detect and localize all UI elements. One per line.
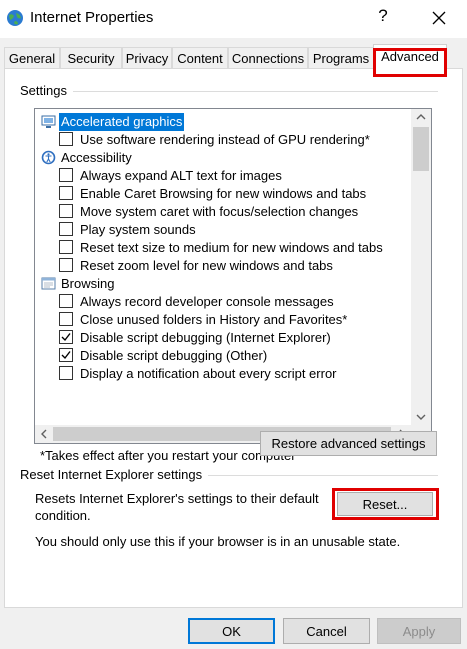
settings-tree[interactable]: Accelerated graphics Use software renderi…	[34, 108, 432, 444]
tree-option[interactable]: Always record developer console messages	[35, 293, 411, 311]
checkbox[interactable]	[59, 258, 73, 272]
tab-general[interactable]: General	[4, 47, 60, 69]
accessibility-icon	[41, 150, 56, 165]
title-bar: Internet Properties ?	[0, 0, 467, 38]
restore-advanced-settings-button[interactable]: Restore advanced settings	[260, 431, 437, 456]
option-label: Enable Caret Browsing for new windows an…	[80, 186, 367, 201]
checkbox-checked[interactable]	[59, 330, 73, 344]
tree-category[interactable]: Accessibility	[35, 149, 411, 167]
tree-category[interactable]: Accelerated graphics	[35, 113, 411, 131]
reset-group-title: Reset Internet Explorer settings	[20, 467, 209, 482]
tree-category[interactable]: Browsing	[35, 275, 411, 293]
checkbox[interactable]	[59, 186, 73, 200]
checkbox[interactable]	[59, 312, 73, 326]
tree-option[interactable]: Play system sounds	[35, 221, 411, 239]
reset-description: Resets Internet Explorer's settings to t…	[35, 491, 319, 523]
option-label: Play system sounds	[80, 222, 196, 237]
tree-option[interactable]: Always expand ALT text for images	[35, 167, 411, 185]
category-label: Accessibility	[61, 150, 132, 165]
globe-icon	[6, 9, 24, 27]
apply-button[interactable]: Apply	[377, 618, 461, 644]
tree-option[interactable]: Move system caret with focus/selection c…	[35, 203, 411, 221]
vertical-scroll-thumb[interactable]	[413, 127, 429, 171]
vertical-scrollbar[interactable]	[411, 109, 431, 425]
category-label: Accelerated graphics	[59, 113, 185, 131]
tree-option[interactable]: Reset zoom level for new windows and tab…	[35, 257, 411, 275]
reset-warning: You should only use this if your browser…	[35, 534, 401, 549]
option-label: Always expand ALT text for images	[80, 168, 282, 183]
window-title: Internet Properties	[30, 9, 154, 26]
scroll-up-arrow-icon[interactable]	[411, 109, 431, 125]
checkbox[interactable]	[59, 168, 73, 182]
help-button[interactable]: ?	[376, 6, 390, 26]
tab-connections[interactable]: Connections	[228, 47, 308, 69]
cancel-button[interactable]: Cancel	[283, 618, 370, 644]
tree-option[interactable]: Display a notification about every scrip…	[35, 365, 411, 383]
tab-privacy[interactable]: Privacy	[122, 47, 172, 69]
checkbox-checked[interactable]	[59, 348, 73, 362]
option-label: Always record developer console messages	[80, 294, 334, 309]
checkbox[interactable]	[59, 240, 73, 254]
tree-option[interactable]: Disable script debugging (Internet Explo…	[35, 329, 411, 347]
monitor-icon	[41, 114, 56, 129]
checkbox[interactable]	[59, 132, 73, 146]
option-label: Close unused folders in History and Favo…	[80, 312, 348, 327]
tab-strip: General Security Privacy Content Connect…	[4, 44, 463, 77]
tree-option[interactable]: Enable Caret Browsing for new windows an…	[35, 185, 411, 203]
tree-option[interactable]: Reset text size to medium for new window…	[35, 239, 411, 257]
tab-advanced[interactable]: Advanced	[373, 44, 447, 70]
settings-group-title: Settings	[20, 83, 73, 98]
option-label: Reset zoom level for new windows and tab…	[80, 258, 333, 273]
option-label: Use software rendering instead of GPU re…	[80, 132, 370, 147]
ok-button[interactable]: OK	[188, 618, 275, 644]
tree-option[interactable]: Disable script debugging (Other)	[35, 347, 411, 365]
scroll-left-arrow-icon[interactable]	[35, 425, 53, 443]
option-label: Reset text size to medium for new window…	[80, 240, 383, 255]
tab-security[interactable]: Security	[60, 47, 122, 69]
dialog-body: General Security Privacy Content Connect…	[0, 38, 467, 649]
tab-programs[interactable]: Programs	[308, 47, 374, 69]
tab-content[interactable]: Content	[172, 47, 228, 69]
option-label: Disable script debugging (Internet Explo…	[80, 330, 331, 345]
checkbox[interactable]	[59, 366, 73, 380]
settings-group-line	[20, 91, 438, 92]
scroll-down-arrow-icon[interactable]	[411, 409, 431, 425]
checkbox[interactable]	[59, 222, 73, 236]
checkbox[interactable]	[59, 204, 73, 218]
option-label: Display a notification about every scrip…	[80, 366, 337, 381]
option-label: Move system caret with focus/selection c…	[80, 204, 359, 219]
close-icon[interactable]	[430, 9, 448, 27]
reset-button[interactable]: Reset...	[337, 492, 433, 516]
category-label: Browsing	[61, 276, 115, 291]
page-icon	[41, 276, 56, 291]
tree-option[interactable]: Use software rendering instead of GPU re…	[35, 131, 411, 149]
option-label: Disable script debugging (Other)	[80, 348, 268, 363]
checkbox[interactable]	[59, 294, 73, 308]
tree-option[interactable]: Close unused folders in History and Favo…	[35, 311, 411, 329]
restart-footnote: *Takes effect after you restart your com…	[40, 448, 296, 463]
